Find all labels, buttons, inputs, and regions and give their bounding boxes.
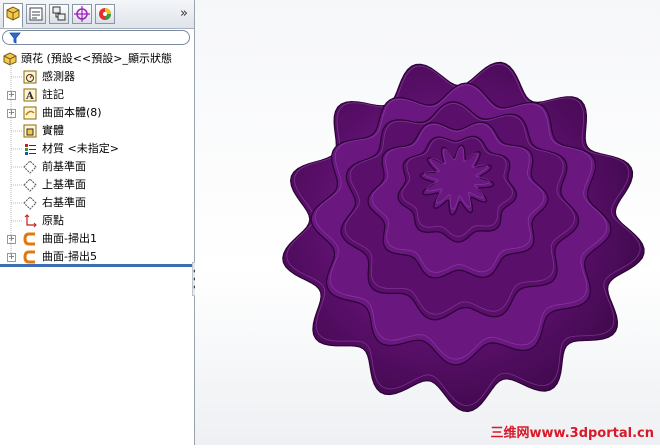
configuration-manager-tab[interactable]	[49, 4, 69, 24]
petal-layers	[282, 61, 645, 413]
tree-item-label: 右基準面	[42, 196, 86, 209]
tree-connector-lines	[10, 62, 22, 257]
graphics-viewport[interactable]: 三维网www.3dportal.cn	[195, 0, 660, 445]
dimxpert-tab[interactable]	[72, 4, 92, 24]
tree-item-label: 實體	[42, 124, 64, 137]
tree-root-label: 頭花 (預設<<預設>_顯示狀態	[21, 52, 172, 65]
display-manager-tab[interactable]	[95, 4, 115, 24]
appearance-icon	[99, 8, 111, 20]
tree-item-label: 曲面-掃出1	[42, 232, 97, 245]
feature-manager-tab[interactable]	[3, 3, 23, 28]
crosshair-icon	[74, 6, 90, 22]
tree-item-label: 材質 <未指定>	[42, 142, 119, 155]
watermark-text: 三维网www.3dportal.cn	[490, 426, 654, 441]
tree-item-label: 曲面本體(8)	[42, 106, 102, 119]
tree-item-label: 上基準面	[42, 178, 86, 191]
tree-filter-field[interactable]	[2, 30, 190, 45]
filter-icon	[9, 32, 21, 44]
tree-item-label: 註記	[42, 88, 64, 101]
panel-splitter[interactable]	[0, 264, 194, 267]
tree-item-label: 感測器	[42, 70, 75, 83]
feature-manager-panel: » 頭花 (預設<<預設>_顯示狀態 感測器 + A	[0, 0, 195, 445]
part-icon	[6, 6, 20, 21]
property-manager-tab[interactable]	[26, 4, 46, 24]
tree-item-label: 原點	[42, 214, 64, 227]
flower-model[interactable]	[195, 0, 660, 445]
tree-item-label: 前基準面	[42, 160, 86, 173]
panel-tab-bar: »	[0, 0, 194, 29]
expand-panel-icon[interactable]: »	[180, 6, 188, 21]
configuration-icon	[52, 6, 66, 21]
property-icon	[29, 7, 43, 21]
